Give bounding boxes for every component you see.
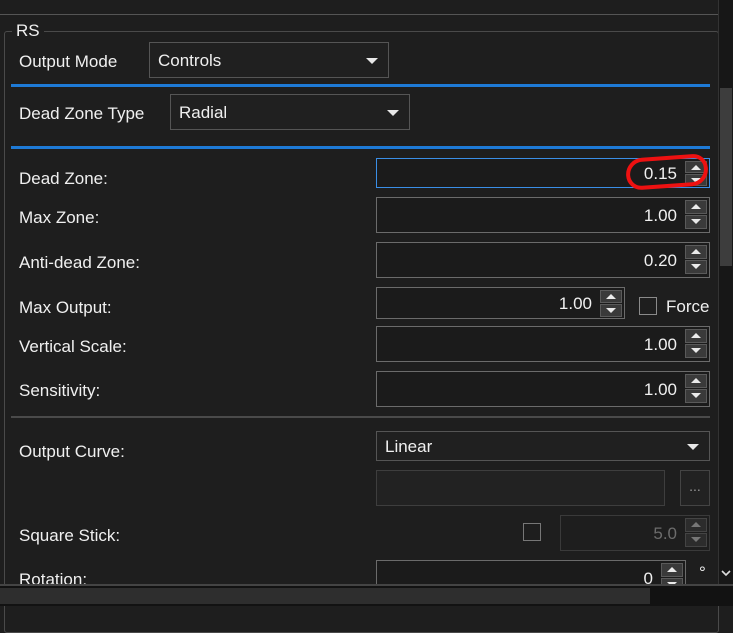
- max-zone-input[interactable]: 1.00: [376, 197, 710, 233]
- max-output-spinner[interactable]: [600, 290, 622, 318]
- anti-dead-zone-input[interactable]: 0.20: [376, 242, 710, 278]
- spin-down-icon[interactable]: [685, 344, 707, 358]
- vertical-scale-label: Vertical Scale:: [19, 337, 127, 356]
- dead-zone-label: Dead Zone:: [19, 169, 108, 188]
- output-curve-label: Output Curve:: [19, 442, 125, 461]
- spin-up-icon[interactable]: [685, 200, 707, 214]
- spin-up-icon[interactable]: [661, 563, 683, 577]
- square-stick-checkbox[interactable]: [523, 523, 541, 541]
- sensitivity-spinner[interactable]: [685, 374, 707, 404]
- spin-up-icon[interactable]: [685, 245, 707, 259]
- spin-down-icon[interactable]: [685, 389, 707, 403]
- max-output-label: Max Output:: [19, 298, 112, 317]
- force-label: Force: [666, 297, 710, 316]
- group-title: RS: [12, 21, 44, 41]
- spin-down-icon[interactable]: [685, 215, 707, 229]
- scroll-down-button[interactable]: [720, 564, 732, 584]
- top-panel-edge: [0, 0, 719, 15]
- chevron-down-icon: [687, 444, 699, 450]
- spin-up-icon[interactable]: [685, 329, 707, 343]
- max-zone-value: 1.00: [643, 206, 677, 225]
- output-mode-label: Output Mode: [19, 52, 118, 71]
- chevron-down-icon: [387, 110, 399, 116]
- spin-up-icon[interactable]: [685, 518, 707, 532]
- vertical-scale-spinner[interactable]: [685, 329, 707, 359]
- square-stick-roundness-input[interactable]: 5.0: [560, 515, 710, 551]
- max-output-input[interactable]: 1.00: [376, 287, 625, 319]
- square-stick-value: 5.0: [653, 524, 677, 543]
- spin-up-icon[interactable]: [600, 290, 622, 303]
- square-stick-label: Square Stick:: [19, 526, 121, 545]
- separator: [11, 84, 710, 87]
- output-curve-dropdown[interactable]: Linear: [376, 431, 710, 461]
- spin-up-icon[interactable]: [685, 374, 707, 388]
- output-mode-value: Controls: [158, 51, 222, 70]
- force-checkbox[interactable]: [639, 297, 657, 315]
- spin-down-icon[interactable]: [600, 304, 622, 317]
- max-zone-label: Max Zone:: [19, 208, 100, 227]
- dead-zone-type-value: Radial: [179, 103, 228, 122]
- sensitivity-input[interactable]: 1.00: [376, 371, 710, 407]
- chevron-down-icon: [366, 58, 378, 64]
- max-output-value: 1.00: [558, 294, 592, 313]
- custom-curve-browse-button[interactable]: ...: [680, 470, 710, 506]
- rotation-unit: °: [699, 563, 706, 582]
- output-mode-dropdown[interactable]: Controls: [149, 42, 389, 78]
- sensitivity-value: 1.00: [643, 380, 677, 399]
- vertical-scale-value: 1.00: [643, 335, 677, 354]
- horizontal-scroll-thumb[interactable]: [0, 588, 650, 604]
- output-curve-value: Linear: [385, 437, 433, 456]
- red-annotation-circle: [624, 153, 710, 191]
- chevron-down-icon: [721, 570, 731, 577]
- anti-dead-zone-value: 0.20: [643, 251, 677, 270]
- separator: [11, 146, 710, 149]
- max-zone-spinner[interactable]: [685, 200, 707, 230]
- vertical-scroll-thumb[interactable]: [720, 88, 732, 266]
- dead-zone-type-label: Dead Zone Type: [19, 104, 145, 123]
- square-stick-spinner[interactable]: [685, 518, 707, 548]
- custom-curve-input[interactable]: [376, 470, 665, 506]
- sensitivity-label: Sensitivity:: [19, 381, 101, 400]
- anti-dead-zone-spinner[interactable]: [685, 245, 707, 275]
- separator: [11, 416, 710, 418]
- dead-zone-type-dropdown[interactable]: Radial: [170, 94, 410, 130]
- spin-down-icon[interactable]: [685, 533, 707, 547]
- spin-down-icon[interactable]: [685, 260, 707, 274]
- vertical-scale-input[interactable]: 1.00: [376, 326, 710, 362]
- anti-dead-zone-label: Anti-dead Zone:: [19, 253, 140, 272]
